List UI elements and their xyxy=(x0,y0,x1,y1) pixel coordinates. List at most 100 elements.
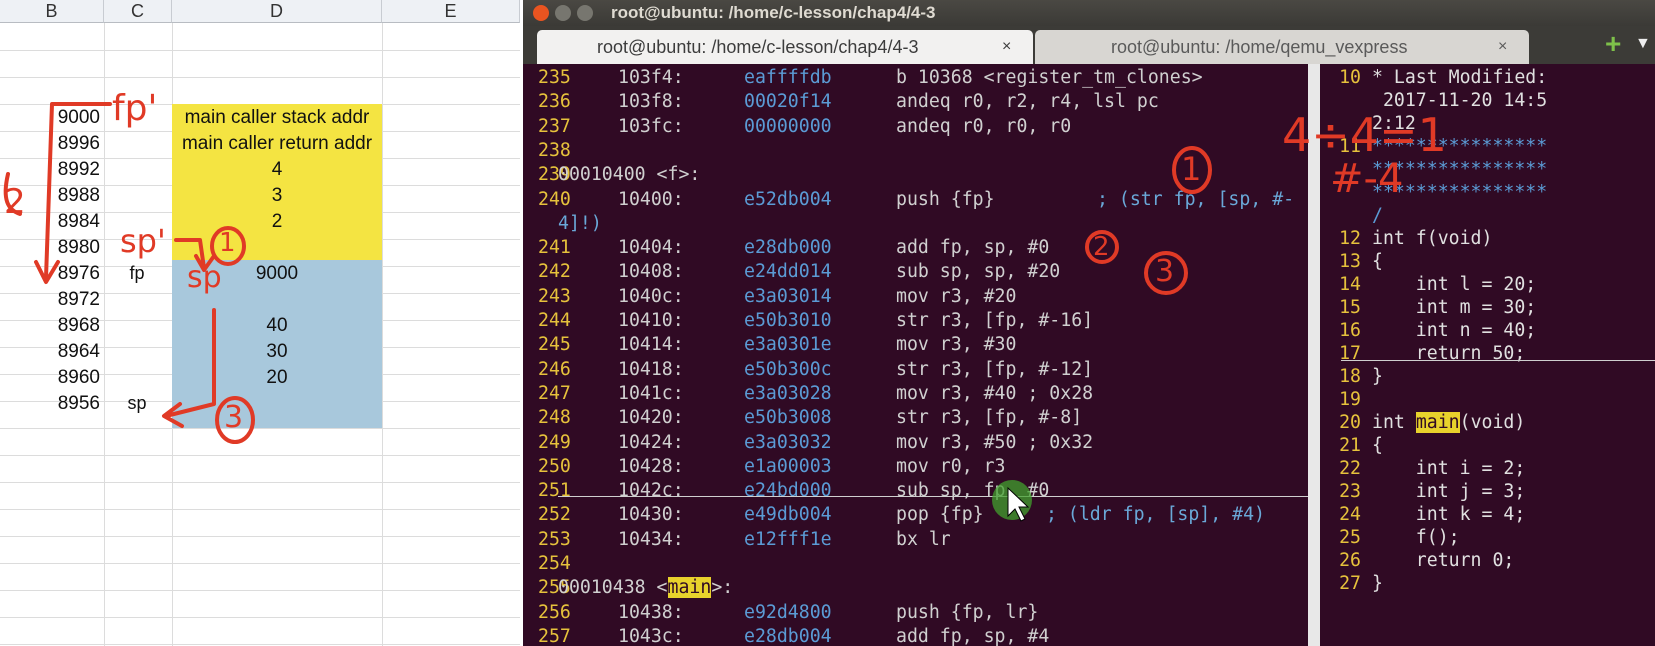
source-line: / xyxy=(1320,204,1655,227)
cell-pointer[interactable] xyxy=(104,338,170,365)
instruction: str r3, [fp, #-8] xyxy=(896,407,1083,429)
line-number: 15 xyxy=(1339,297,1361,318)
line-number: 257 xyxy=(538,625,571,646)
cell-address[interactable]: 8968 xyxy=(20,312,100,339)
line-number: 17 xyxy=(1339,343,1361,364)
cell-address[interactable]: 9000 xyxy=(20,104,100,131)
wrapped-comment: 4]!) xyxy=(558,212,602,235)
line-number: 19 xyxy=(1339,389,1361,410)
column-header-e[interactable]: E xyxy=(382,0,520,23)
disasm-line: 248 10420: e50b3008 str r3, [fp, #-8] xyxy=(523,406,1308,429)
opcode-hex: e3a0301e xyxy=(744,334,832,356)
opcode-hex: 00020f14 xyxy=(744,91,832,113)
tab-chap4[interactable]: root@ubuntu: /home/c-lesson/chap4/4-3 × xyxy=(537,30,1033,64)
tab-qemu[interactable]: root@ubuntu: /home/qemu_vexpress × xyxy=(1035,30,1529,64)
cell-value[interactable] xyxy=(172,390,382,417)
cell-address[interactable]: 8988 xyxy=(20,182,100,209)
division-note: 4÷4=1 xyxy=(1282,108,1447,162)
cell-value[interactable] xyxy=(172,234,382,261)
instruction: mov r0, r3 xyxy=(896,455,1006,477)
cell-value[interactable]: 3 xyxy=(172,182,382,209)
line-number: 252 xyxy=(538,504,571,526)
circle-1-terminal: 1 xyxy=(1181,150,1202,188)
sp-prime-note: sp' xyxy=(120,222,166,260)
cell-address[interactable]: 8976 xyxy=(20,260,100,287)
instruction-address: 10414: xyxy=(618,334,684,356)
source-text: * Last Modified: xyxy=(1372,67,1548,88)
source-text: } xyxy=(1372,573,1383,594)
cell-pointer[interactable] xyxy=(104,130,170,157)
cell-value[interactable]: 2 xyxy=(172,208,382,235)
tab-menu-icon[interactable]: ▼ xyxy=(1635,35,1651,53)
line-number: 26 xyxy=(1339,550,1361,571)
cell-address[interactable]: 8992 xyxy=(20,156,100,183)
cell-value[interactable]: 40 xyxy=(172,312,382,339)
title-bar: root@ubuntu: /home/c-lesson/chap4/4-3 xyxy=(523,0,1655,26)
cell-pointer[interactable] xyxy=(104,156,170,183)
source-line: 27} xyxy=(1320,572,1655,595)
cell-address[interactable]: 8972 xyxy=(20,286,100,313)
cell-pointer[interactable] xyxy=(104,286,170,313)
instruction-address: 1041c: xyxy=(618,382,684,404)
cell-address[interactable]: 8980 xyxy=(20,234,100,261)
line-number: 238 xyxy=(538,139,571,161)
opcode-hex: e3a03028 xyxy=(744,382,832,404)
source-text: int m = 30; xyxy=(1372,297,1537,318)
column-header-c[interactable]: C xyxy=(104,0,172,23)
tab-label: root@ubuntu: /home/c-lesson/chap4/4-3 xyxy=(597,37,919,57)
instruction: push {fp} xyxy=(896,188,995,210)
add-tab-icon[interactable]: + xyxy=(1605,28,1621,60)
tab-bar: root@ubuntu: /home/c-lesson/chap4/4-3 × … xyxy=(523,26,1655,64)
search-highlight: main xyxy=(1415,412,1460,433)
line-number: 245 xyxy=(538,334,571,356)
source-text: int i = 2; xyxy=(1372,458,1526,479)
disasm-line: 250 10428: e1a00003 mov r0, r3 xyxy=(523,455,1308,478)
cell-address[interactable]: 8996 xyxy=(20,130,100,157)
instruction: mov r3, #20 xyxy=(896,285,1017,307)
cell-value[interactable]: main caller stack addr xyxy=(172,104,382,131)
cell-address[interactable]: 8964 xyxy=(20,338,100,365)
close-tab-icon[interactable]: × xyxy=(1498,30,1507,64)
cell-pointer[interactable]: sp xyxy=(104,390,170,417)
minimize-window-icon[interactable] xyxy=(555,5,571,21)
opcode-hex: e50b3008 xyxy=(744,407,832,429)
instruction: pop {fp} xyxy=(896,504,984,526)
disasm-line: 243 1040c: e3a03014 mov r3, #20 xyxy=(523,285,1308,308)
cell-pointer[interactable]: fp xyxy=(104,260,170,287)
disasm-line: 237 103fc: 00000000 andeq r0, r0, r0 xyxy=(523,115,1308,138)
cell-value[interactable]: 4 xyxy=(172,156,382,183)
instruction: mov r3, #30 xyxy=(896,334,1017,356)
cell-value[interactable]: main caller return addr xyxy=(172,130,382,157)
source-line: 26 return 0; xyxy=(1320,549,1655,572)
comment: 4]!) xyxy=(558,212,602,234)
opcode-hex: e49db004 xyxy=(744,504,832,526)
close-window-icon[interactable] xyxy=(533,5,549,21)
opcode-hex: e92d4800 xyxy=(744,601,832,623)
line-number: 236 xyxy=(538,91,571,113)
line-number: 254 xyxy=(538,553,571,574)
column-header-d[interactable]: D xyxy=(172,0,382,23)
cell-address[interactable]: 8956 xyxy=(20,390,100,417)
close-tab-icon[interactable]: × xyxy=(1002,30,1011,64)
cell-pointer[interactable] xyxy=(104,182,170,209)
instruction: push {fp, lr} xyxy=(896,601,1039,623)
instruction-address: 10434: xyxy=(618,528,684,550)
maximize-window-icon[interactable] xyxy=(577,5,593,21)
circle-3-label: 3 xyxy=(224,400,244,435)
cell-address[interactable]: 8960 xyxy=(20,364,100,391)
line-number: 243 xyxy=(538,285,571,307)
source-line: 16 int n = 40; xyxy=(1320,319,1655,342)
line-number: 240 xyxy=(538,188,571,210)
cell-value[interactable]: 30 xyxy=(172,338,382,365)
cell-pointer[interactable] xyxy=(104,312,170,339)
cell-pointer[interactable] xyxy=(104,364,170,391)
instruction-address: 10424: xyxy=(618,431,684,453)
opcode-hex: eaffffdb xyxy=(744,67,832,88)
cell-value[interactable]: 20 xyxy=(172,364,382,391)
cell-address[interactable]: 8984 xyxy=(20,208,100,235)
line-number: 242 xyxy=(538,261,571,283)
line-number: 24 xyxy=(1339,504,1361,525)
source-line: 21 { xyxy=(1320,434,1655,457)
source-line: 17 return 50; xyxy=(1320,342,1655,365)
column-header-b[interactable]: B xyxy=(0,0,104,23)
